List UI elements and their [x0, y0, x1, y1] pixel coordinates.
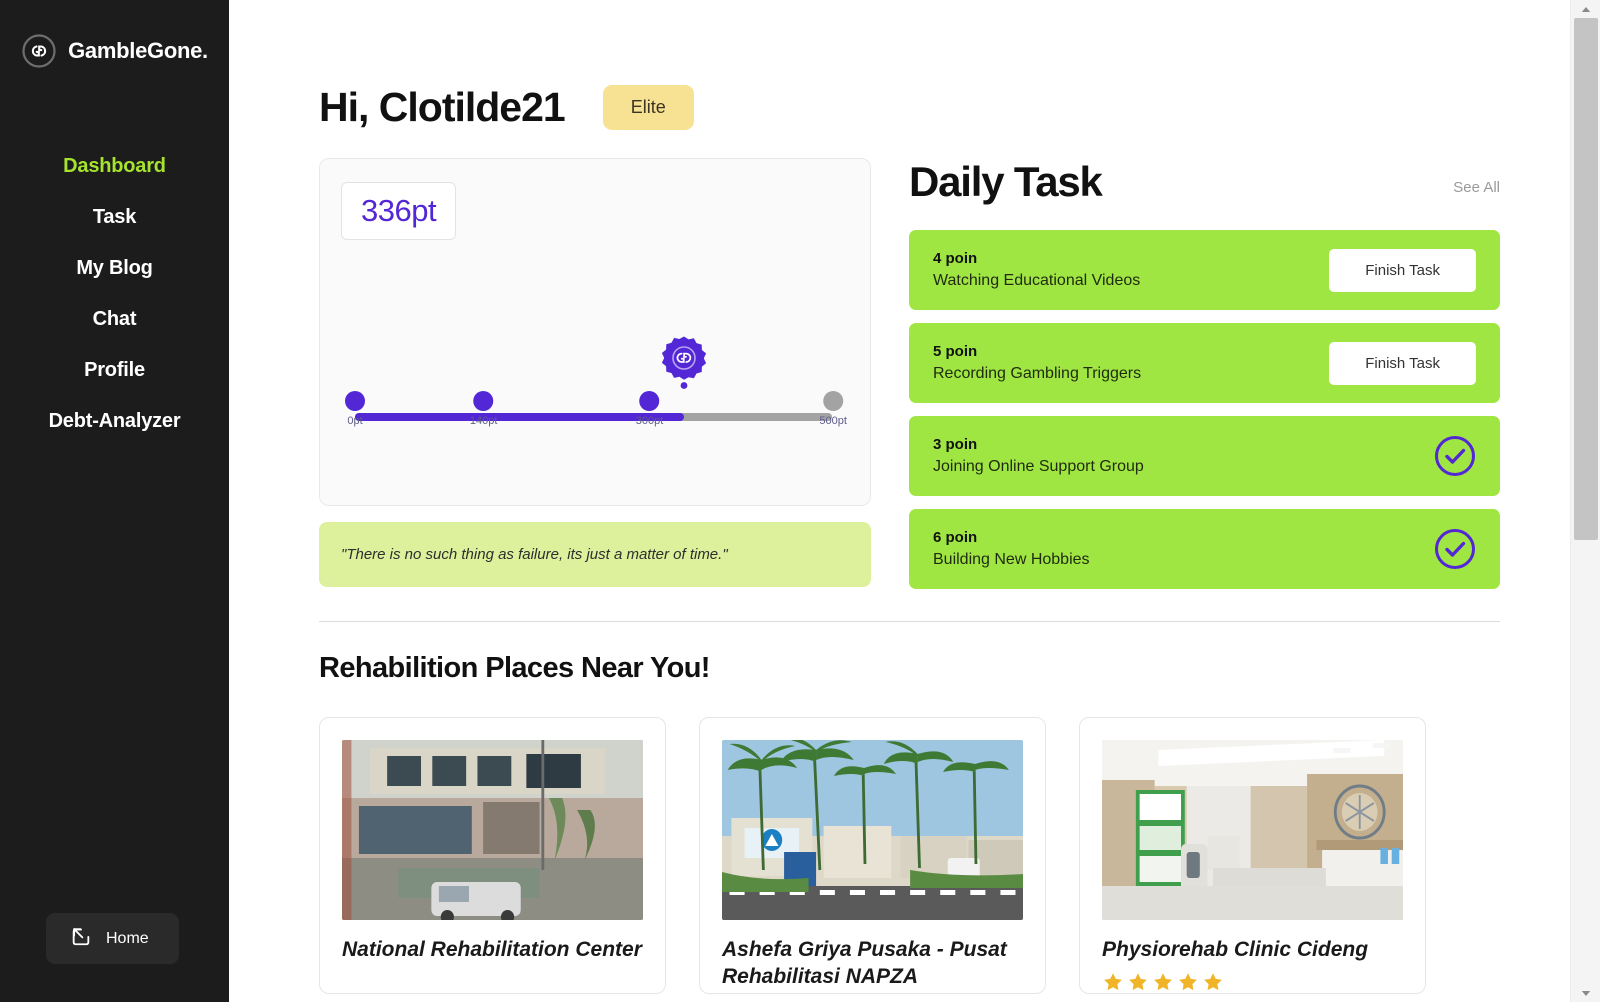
task-row: 3 poin Joining Online Support Group	[909, 416, 1500, 496]
place-name: National Rehabilitation Center	[342, 938, 642, 961]
rehab-palm-entrance-photo	[722, 740, 1023, 920]
slider-stop[interactable]: 500pt	[819, 391, 847, 427]
scroll-up-arrow-icon[interactable]	[1571, 0, 1600, 18]
check-circle-icon[interactable]	[1434, 528, 1476, 570]
rehab-section-title: Rehabilition Places Near You!	[319, 652, 710, 684]
place-card[interactable]: Ashefa Griya Pusaka - Pusat Rehabilitasi…	[699, 717, 1046, 995]
place-name: Physiorehab Clinic Cideng	[1102, 938, 1369, 961]
rehab-places-list: National Rehabilitation Center Ashefa Gr…	[319, 717, 1500, 995]
task-text-group: 6 poin Building New Hobbies	[933, 529, 1090, 569]
place-name: Ashefa Griya Pusaka - Pusat Rehabilitasi…	[722, 938, 1007, 989]
task-points: 5 poin	[933, 343, 978, 360]
star-icon	[1177, 971, 1199, 993]
see-all-link[interactable]: See All	[1453, 179, 1500, 196]
slider-stop-label: 300pt	[635, 415, 664, 427]
sidebar-item-dashboard[interactable]: Dashboard	[0, 141, 229, 192]
status-badge-elite[interactable]: Elite	[602, 85, 694, 130]
scrollbar-thumb[interactable]	[1574, 18, 1598, 540]
home-button[interactable]: Home	[46, 913, 179, 964]
star-icon	[1127, 971, 1149, 993]
finish-task-button[interactable]: Finish Task	[1329, 248, 1476, 292]
task-points: 4 poin	[933, 250, 978, 267]
brand-name: GambleGone.	[68, 38, 208, 63]
rating-stars	[1102, 971, 1403, 993]
slider-stop-label: 500pt	[819, 415, 847, 427]
task-text-group: 3 poin Joining Online Support Group	[933, 436, 1144, 476]
quote-text: "There is no such thing as failure, its …	[341, 546, 728, 563]
slider-stop-label: 140pt	[469, 415, 498, 427]
gamblegone-logo-icon	[21, 33, 57, 69]
points-value-box: 336pt	[341, 182, 457, 240]
greeting-row: Hi, Clotilde21 Elite	[319, 84, 1500, 131]
slider-stop-label: 0pt	[347, 415, 363, 427]
home-button-label: Home	[106, 929, 149, 947]
sidebar: GambleGone. Dashboard Task My Blog Chat …	[0, 0, 229, 1002]
brand[interactable]: GambleGone.	[21, 33, 208, 69]
task-points: 3 poin	[933, 436, 978, 453]
star-icon	[1202, 971, 1224, 993]
check-circle-icon[interactable]	[1434, 435, 1476, 477]
slider-stop-dot	[473, 391, 494, 411]
page-scrollbar[interactable]	[1570, 0, 1600, 1002]
star-icon	[1102, 971, 1124, 993]
task-name: Building New Hobbies	[933, 551, 1090, 568]
finish-task-button[interactable]: Finish Task	[1329, 341, 1476, 385]
slider-stop[interactable]: 300pt	[635, 391, 664, 427]
rehab-building-exterior-photo	[342, 740, 643, 920]
task-name: Recording Gambling Triggers	[933, 365, 1142, 382]
slider-stop[interactable]: 140pt	[469, 391, 498, 427]
points-value: 336pt	[361, 193, 437, 228]
slider-stop-dot	[823, 391, 844, 411]
sidebar-item-profile[interactable]: Profile	[0, 345, 229, 396]
slider-stop[interactable]: 0pt	[345, 391, 365, 427]
daily-task-header: Daily Task See All	[909, 158, 1500, 206]
task-text-group: 4 poin Watching Educational Videos	[933, 250, 1140, 290]
scroll-down-arrow-icon[interactable]	[1571, 984, 1600, 1002]
sidebar-item-task[interactable]: Task	[0, 192, 229, 243]
points-progress-slider[interactable]: 0pt 140pt 300pt 500pt	[345, 336, 850, 449]
motivational-quote-box: "There is no such thing as failure, its …	[319, 522, 871, 587]
daily-task-list: 4 poin Watching Educational Videos Finis…	[909, 230, 1500, 589]
sidebar-item-debt-analyzer[interactable]: Debt-Analyzer	[0, 396, 229, 447]
sidebar-item-chat[interactable]: Chat	[0, 294, 229, 345]
task-text-group: 5 poin Recording Gambling Triggers	[933, 343, 1141, 383]
task-points: 6 poin	[933, 529, 978, 546]
slider-stop-dot	[639, 391, 660, 411]
star-icon	[1152, 971, 1174, 993]
daily-task-title: Daily Task	[909, 158, 1103, 205]
points-column: 336pt 0pt 140pt 300pt 500pt "There is no…	[319, 158, 871, 587]
sidebar-item-my-blog[interactable]: My Blog	[0, 243, 229, 294]
slider-stop-dot	[345, 391, 365, 411]
sidebar-nav: Dashboard Task My Blog Chat Profile Debt…	[0, 141, 229, 447]
clinic-lobby-interior-photo	[1102, 740, 1403, 920]
task-name: Watching Educational Videos	[933, 272, 1141, 289]
main-content: Hi, Clotilde21 Elite 336pt 0pt 140pt 300…	[229, 0, 1600, 1002]
app-root: GambleGone. Dashboard Task My Blog Chat …	[0, 0, 1600, 1002]
gear-logo-badge-icon	[658, 333, 710, 391]
task-row: 5 poin Recording Gambling Triggers Finis…	[909, 323, 1500, 403]
page-title: Hi, Clotilde21	[319, 84, 566, 130]
place-card[interactable]: Physiorehab Clinic Cideng	[1079, 717, 1426, 995]
arrow-out-of-box-icon	[70, 925, 92, 952]
dashboard-columns: 336pt 0pt 140pt 300pt 500pt "There is no…	[319, 158, 1500, 589]
section-divider	[319, 621, 1500, 622]
daily-task-column: Daily Task See All 4 poin Watching Educa…	[909, 158, 1500, 589]
points-card: 336pt 0pt 140pt 300pt 500pt	[319, 158, 871, 506]
task-name: Joining Online Support Group	[933, 458, 1144, 475]
place-card[interactable]: National Rehabilitation Center	[319, 717, 666, 995]
home-button-wrap: Home	[46, 913, 179, 964]
task-row: 6 poin Building New Hobbies	[909, 509, 1500, 589]
task-row: 4 poin Watching Educational Videos Finis…	[909, 230, 1500, 310]
